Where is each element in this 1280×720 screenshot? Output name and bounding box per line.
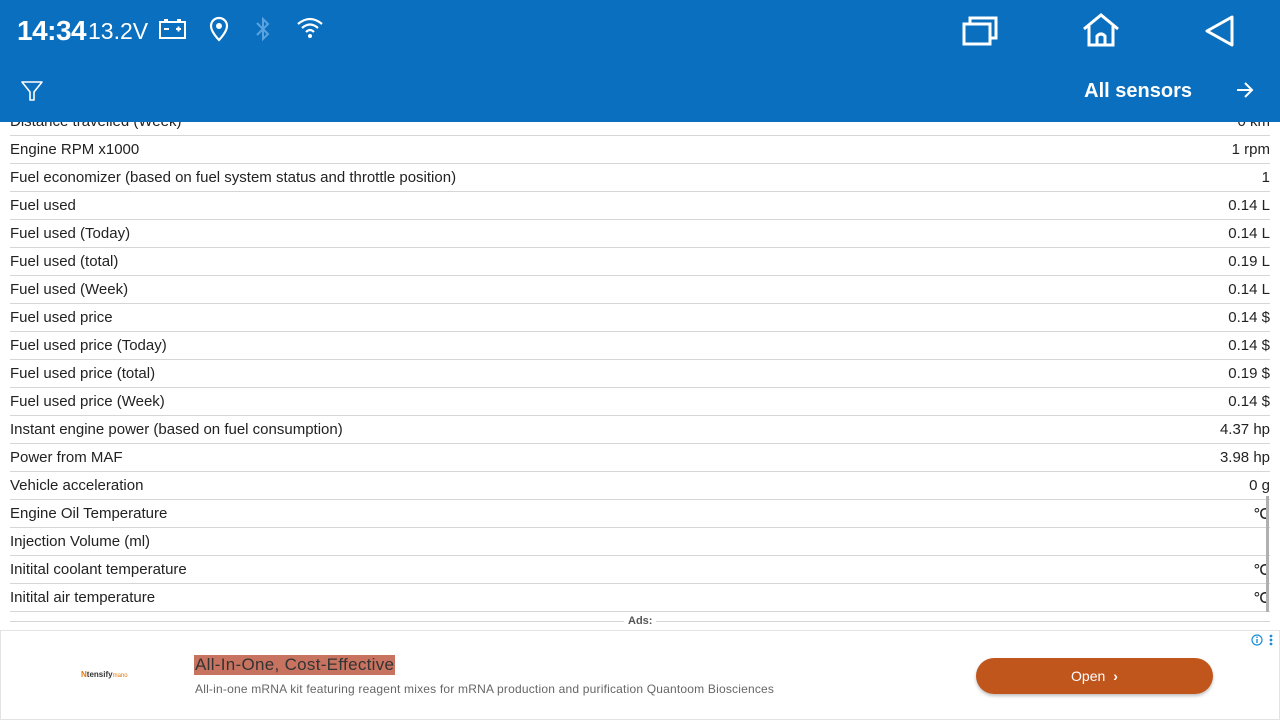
sensor-label: Instant engine power (based on fuel cons… [10, 421, 343, 438]
ad-open-label: Open [1071, 668, 1106, 684]
sensor-label: Fuel used [10, 197, 76, 214]
ad-info-icon[interactable] [1251, 633, 1263, 646]
sensor-label: Fuel used price (total) [10, 365, 156, 382]
sensor-value: 0.14 L [1228, 281, 1270, 298]
sensor-row[interactable]: Vehicle acceleration 0 g [10, 472, 1270, 500]
sensor-row[interactable]: Instant engine power (based on fuel cons… [10, 416, 1270, 444]
sensor-label: Fuel economizer (based on fuel system st… [10, 169, 457, 186]
sensor-row[interactable]: Fuel used (total) 0.19 L [10, 248, 1270, 276]
sensor-row[interactable]: Initital coolant temperature ℃ [10, 556, 1270, 584]
ad-banner[interactable]: Ntensifymano All-In-One, Cost-Effective … [0, 630, 1280, 720]
sensor-row[interactable]: Fuel used (Today) 0.14 L [10, 220, 1270, 248]
sensor-value: 3.98 hp [1219, 449, 1270, 466]
ad-description: All-in-one mRNA kit featuring reagent mi… [195, 682, 775, 696]
sensor-value: 1 [1261, 169, 1270, 186]
sensor-label: Initital coolant temperature [10, 561, 187, 578]
more-options-icon[interactable] [1267, 633, 1275, 647]
app-bar: All sensors [0, 60, 1280, 122]
sensor-value: 0.14 L [1228, 225, 1270, 242]
ad-open-button[interactable]: Open › [976, 658, 1213, 694]
location-icon [208, 16, 230, 47]
clock: 14:34 [17, 15, 87, 46]
sensor-value: 0.19 L [1228, 253, 1270, 270]
filter-icon[interactable] [20, 79, 44, 103]
sensor-row[interactable]: Engine Oil Temperature ℃ [10, 500, 1270, 528]
sensor-value: 0.14 L [1228, 197, 1270, 214]
sensor-row[interactable]: Power from MAF 3.98 hp [10, 444, 1270, 472]
status-bar: 14:34 13.2V [0, 0, 1280, 60]
voltage-readout: 13.2V [88, 18, 149, 44]
back-icon[interactable] [1203, 14, 1237, 53]
sensor-label: Fuel used price [10, 309, 113, 326]
sensor-row[interactable]: Initital air temperature ℃ [10, 584, 1270, 612]
sensor-label: Fuel used (total) [10, 253, 119, 270]
scrollbar[interactable] [1266, 496, 1269, 612]
wifi-icon [296, 15, 324, 46]
sensor-label: Fuel used price (Week) [10, 393, 165, 410]
sensor-value: 0.14 $ [1228, 309, 1270, 326]
sensor-value: 0.19 $ [1228, 365, 1270, 382]
sensor-label: Injection Volume (ml) [10, 533, 151, 550]
sensor-value: 0 g [1249, 477, 1270, 494]
sensor-label: Power from MAF [10, 449, 123, 466]
chevron-right-icon: › [1113, 668, 1118, 684]
sensor-label: Fuel used (Week) [10, 281, 129, 298]
ad-logo: Ntensifymano [81, 670, 128, 679]
ads-label: Ads: [624, 615, 657, 627]
sensor-value: 1 rpm [1231, 141, 1270, 158]
sensor-value: 4.37 hp [1219, 421, 1270, 438]
page-title[interactable]: All sensors [1084, 80, 1192, 103]
sensor-label: Engine RPM x1000 [10, 141, 140, 158]
recent-apps-icon[interactable] [961, 14, 999, 53]
sensor-label: Engine Oil Temperature [10, 505, 168, 522]
arrow-right-icon[interactable] [1234, 79, 1256, 101]
ad-title[interactable]: All-In-One, Cost-Effective [194, 655, 396, 675]
bluetooth-icon [253, 15, 273, 48]
sensor-label: Vehicle acceleration [10, 477, 144, 494]
battery-icon [158, 17, 188, 46]
sensor-row[interactable]: Fuel economizer (based on fuel system st… [10, 164, 1270, 192]
sensor-row[interactable]: Fuel used price (Week) 0.14 $ [10, 388, 1270, 416]
sensor-row[interactable]: Fuel used price 0.14 $ [10, 304, 1270, 332]
sensor-row[interactable]: Fuel used (Week) 0.14 L [10, 276, 1270, 304]
sensor-row[interactable]: Fuel used price (total) 0.19 $ [10, 360, 1270, 388]
sensor-label: Initital air temperature [10, 589, 156, 606]
sensor-list[interactable]: Distance travelled (Week)0 kmEngine RPM … [10, 108, 1270, 612]
home-icon[interactable] [1081, 12, 1121, 53]
top-bar: 14:34 13.2V All sensors [0, 0, 1280, 122]
sensor-row[interactable]: Injection Volume (ml) [10, 528, 1270, 556]
sensor-label: Fuel used (Today) [10, 225, 131, 242]
sensor-label: Fuel used price (Today) [10, 337, 167, 354]
screen: Distance travelled (Week)0 kmEngine RPM … [0, 0, 1280, 720]
sensor-row[interactable]: Fuel used 0.14 L [10, 192, 1270, 220]
sensor-row[interactable]: Engine RPM x1000 1 rpm [10, 136, 1270, 164]
sensor-value: 0.14 $ [1228, 393, 1270, 410]
sensor-row[interactable]: Fuel used price (Today) 0.14 $ [10, 332, 1270, 360]
sensor-value: 0.14 $ [1228, 337, 1270, 354]
